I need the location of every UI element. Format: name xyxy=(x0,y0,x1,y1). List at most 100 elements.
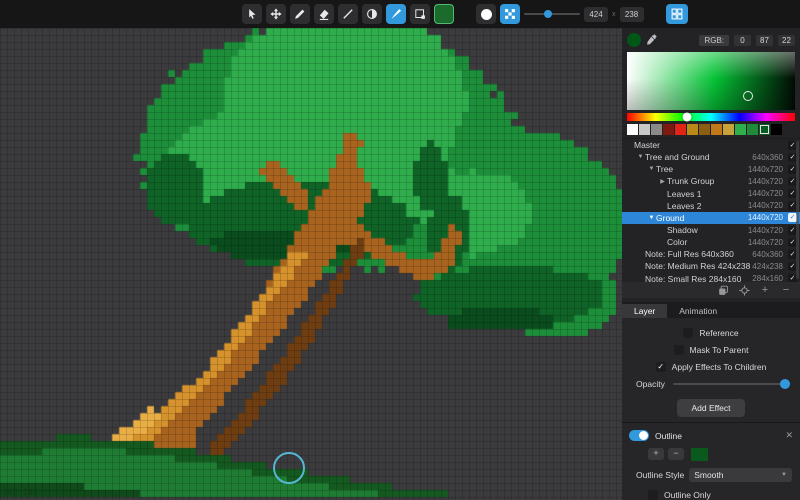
grid-icon xyxy=(670,7,684,21)
layer-row-color[interactable]: Color1440x720✓ xyxy=(622,236,800,248)
color-swatch[interactable] xyxy=(735,124,746,135)
swatch-row xyxy=(627,124,795,135)
layer-row-tree-and-ground[interactable]: ▼Tree and Ground640x360✓ xyxy=(622,151,800,163)
marquee-tool-button[interactable] xyxy=(410,4,430,24)
gradient-picker-ring[interactable] xyxy=(743,91,753,101)
select-tool-button[interactable] xyxy=(242,4,262,24)
layer-row-shadow[interactable]: Shadow1440x720✓ xyxy=(622,224,800,236)
outline-only-checkbox[interactable] xyxy=(648,490,658,500)
canvas-width-field[interactable]: 424 xyxy=(584,7,608,22)
cursor-coordinates: 282, 182 xyxy=(3,488,38,497)
color-swatch[interactable] xyxy=(747,124,758,135)
opacity-knob[interactable] xyxy=(780,379,790,389)
toggle-knob xyxy=(639,431,648,440)
apply-effects-to-children-checkbox[interactable]: ✓ xyxy=(656,362,666,372)
disclosure-triangle-icon[interactable]: ▼ xyxy=(647,215,656,221)
layers-list: Master✓▼Tree and Ground640x360✓▼Tree1440… xyxy=(622,138,800,282)
active-color-well[interactable] xyxy=(434,4,454,24)
layer-name: Ground xyxy=(656,213,684,223)
slider-knob[interactable] xyxy=(544,10,552,18)
add-effect-button[interactable]: Add Effect xyxy=(677,399,744,417)
pencil-tool-button[interactable] xyxy=(290,4,310,24)
tab-layer[interactable]: Layer xyxy=(622,304,667,318)
outline-add-color-button[interactable]: + xyxy=(648,448,664,460)
remove-layer-button[interactable]: − xyxy=(780,284,792,296)
brush-tool-button[interactable] xyxy=(386,4,406,24)
color-swatch[interactable] xyxy=(711,124,722,135)
layer-size: 1440x720 xyxy=(748,201,783,210)
eyedropper-icon[interactable] xyxy=(646,33,658,47)
blue-value-field[interactable]: 22 xyxy=(778,35,795,46)
outline-style-dropdown[interactable]: Smooth ▼ xyxy=(689,468,792,482)
canvas-height-field[interactable]: 238 xyxy=(620,7,644,22)
layer-row-master[interactable]: Master✓ xyxy=(622,139,800,151)
pixel-artwork[interactable] xyxy=(0,28,622,500)
color-swatch[interactable] xyxy=(627,124,638,135)
brush-size-slider[interactable] xyxy=(524,4,580,24)
tab-animation[interactable]: Animation xyxy=(667,304,729,318)
grid-toggle-button[interactable] xyxy=(666,4,688,24)
green-value-field[interactable]: 87 xyxy=(756,35,773,46)
color-swatch[interactable] xyxy=(771,124,782,135)
hue-bar[interactable] xyxy=(627,113,795,121)
color-swatch[interactable] xyxy=(639,124,650,135)
checkbox-label: Mask To Parent xyxy=(690,345,749,355)
layer-size: 424x238 xyxy=(752,262,783,271)
brush-shape-button[interactable] xyxy=(476,4,496,24)
layer-inspector: Reference Mask To Parent ✓ Apply Effects To… xyxy=(622,318,800,422)
layer-size: 1440x720 xyxy=(748,238,783,247)
inspector-row: Reference xyxy=(622,325,800,342)
slider-track xyxy=(524,13,580,15)
color-swatch[interactable] xyxy=(687,124,698,135)
duplicate-layer-icon[interactable] xyxy=(717,284,729,296)
cursor-icon xyxy=(245,7,259,21)
layers-footer: + − xyxy=(622,282,800,298)
color-swatch[interactable] xyxy=(699,124,710,135)
target-layer-icon[interactable] xyxy=(738,284,750,296)
red-value-field[interactable]: 0 xyxy=(734,35,751,46)
disclosure-triangle-icon[interactable]: ▼ xyxy=(636,154,645,160)
layer-row-note-small-res-284x160[interactable]: Note: Small Res 284x160284x160✓ xyxy=(622,273,800,283)
color-swatch[interactable] xyxy=(723,124,734,135)
disclosure-triangle-icon[interactable]: ▶ xyxy=(658,178,667,185)
color-swatch[interactable] xyxy=(663,124,674,135)
effect-enabled-toggle[interactable] xyxy=(629,430,649,441)
layer-row-leaves-2[interactable]: Leaves 21440x720✓ xyxy=(622,200,800,212)
color-swatch[interactable] xyxy=(759,124,770,135)
layer-row-trunk-group[interactable]: ▶Trunk Group1440x720✓ xyxy=(622,175,800,187)
layer-size: 640x360 xyxy=(752,153,783,162)
current-color-swatch[interactable] xyxy=(627,33,641,47)
eraser-icon xyxy=(317,7,331,21)
color-swatch[interactable] xyxy=(675,124,686,135)
layers-scrollbar[interactable] xyxy=(796,141,799,279)
checkbox-label: Reference xyxy=(699,328,738,338)
add-layer-button[interactable]: + xyxy=(759,284,771,296)
drawing-canvas[interactable]: 282, 182 xyxy=(0,28,622,500)
gradient-veil xyxy=(627,52,795,110)
layer-row-note-medium-res-424x238[interactable]: Note: Medium Res 424x238424x238✓ xyxy=(622,260,800,272)
layer-size: 1440x720 xyxy=(748,177,783,186)
mask-to-parent-checkbox[interactable] xyxy=(674,345,684,355)
layer-row-note-full-res-640x360[interactable]: Note: Full Res 640x360640x360✓ xyxy=(622,248,800,260)
layer-row-leaves-1[interactable]: Leaves 11440x720✓ xyxy=(622,188,800,200)
outline-color-swatch[interactable] xyxy=(691,448,708,461)
eraser-tool-button[interactable] xyxy=(314,4,334,24)
outline-remove-color-button[interactable]: − xyxy=(668,448,684,460)
reference-checkbox[interactable] xyxy=(683,328,693,338)
fill-tool-button[interactable] xyxy=(362,4,382,24)
dither-mode-button[interactable] xyxy=(500,4,520,24)
hue-picker-dot[interactable] xyxy=(683,113,692,122)
checkbox-label: Apply Effects To Children xyxy=(672,362,767,372)
line-tool-button[interactable] xyxy=(338,4,358,24)
move-tool-button[interactable] xyxy=(266,4,286,24)
layer-row-tree[interactable]: ▼Tree1440x720✓ xyxy=(622,163,800,175)
layer-name: Tree xyxy=(656,164,673,174)
saturation-brightness-gradient[interactable] xyxy=(627,52,795,110)
color-swatch[interactable] xyxy=(651,124,662,135)
remove-effect-icon[interactable]: ✕ xyxy=(785,430,793,441)
disclosure-triangle-icon[interactable]: ▼ xyxy=(647,166,656,172)
chevron-down-icon: ▼ xyxy=(781,472,787,478)
rgb-mode-label[interactable]: RGB: xyxy=(699,35,729,46)
layer-row-ground[interactable]: ▼Ground1440x720✓ xyxy=(622,212,800,224)
opacity-slider[interactable] xyxy=(673,379,788,389)
